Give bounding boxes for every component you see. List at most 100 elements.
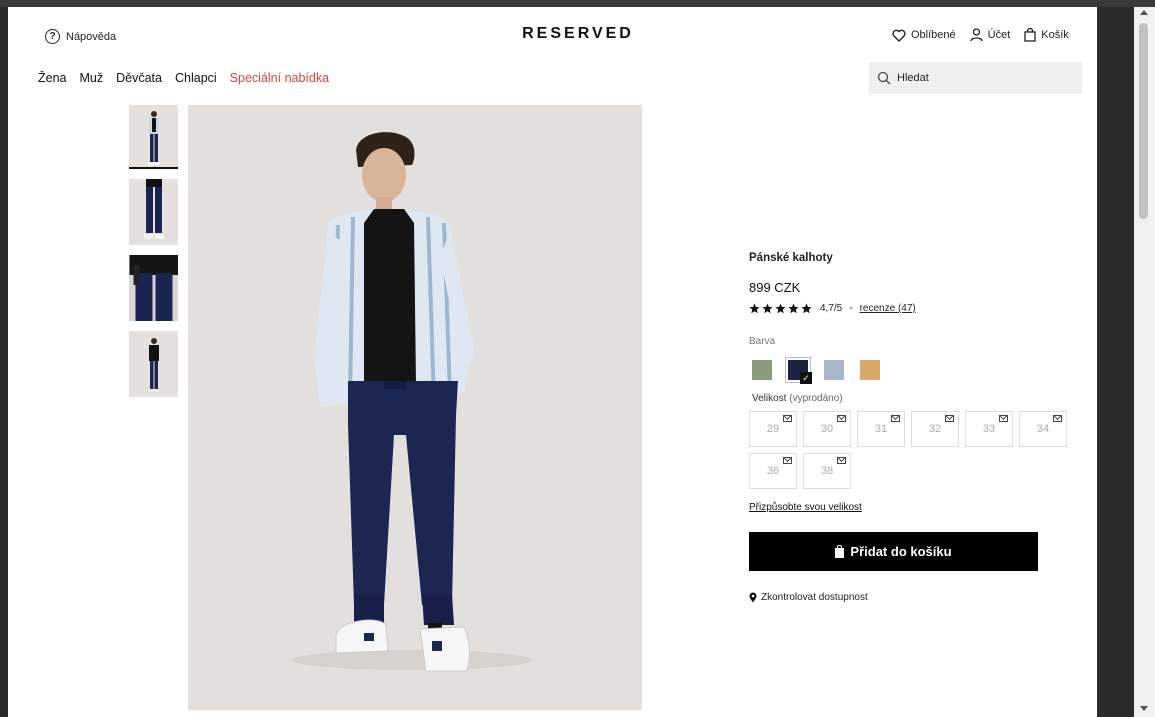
thumbnail-4[interactable] bbox=[129, 331, 178, 397]
size-option-label: 33 bbox=[982, 423, 996, 435]
color-swatches: ✓ bbox=[749, 357, 1079, 384]
help-label: Nápověda bbox=[66, 30, 117, 43]
product-page: ? Nápověda RESERVED Oblíbené Účet Košík … bbox=[8, 7, 1097, 717]
favorites-label: Oblíbené bbox=[911, 29, 956, 41]
nav-item-devcata[interactable]: Děvčata bbox=[116, 71, 162, 85]
product-info-panel: Pánské kalhoty 899 CZK 4,7/5 - recenze (… bbox=[749, 252, 1079, 603]
size-option-label: 30 bbox=[820, 423, 834, 435]
size-option-label: 32 bbox=[928, 423, 942, 435]
model-wearing-trousers-illustration bbox=[188, 105, 642, 710]
size-grid: 29 30 31 32 33 34 36 38 bbox=[749, 411, 1079, 489]
envelope-icon[interactable] bbox=[999, 415, 1008, 422]
size-option-label: 29 bbox=[766, 423, 780, 435]
size-label-text: Velikost bbox=[752, 393, 787, 404]
envelope-icon[interactable] bbox=[837, 457, 846, 464]
star-icon bbox=[775, 303, 786, 314]
color-swatch[interactable]: ✓ bbox=[785, 357, 812, 384]
thumbnail-3[interactable] bbox=[129, 255, 178, 321]
add-to-cart-button[interactable]: Přidat do košíku bbox=[749, 532, 1038, 571]
shopping-bag-icon bbox=[1024, 28, 1036, 42]
envelope-icon[interactable] bbox=[1053, 415, 1062, 422]
star-icon bbox=[749, 303, 760, 314]
browser-viewport: ? Nápověda RESERVED Oblíbené Účet Košík … bbox=[0, 0, 1155, 717]
search-icon bbox=[877, 71, 891, 85]
availability-label: Zkontrolovat dostupnost bbox=[761, 592, 868, 603]
star-icon bbox=[801, 303, 812, 314]
nav-item-special-offer[interactable]: Speciální nabídka bbox=[230, 71, 329, 85]
rating-value: 4,7/5 bbox=[820, 303, 843, 314]
reviews-link[interactable]: recenze (47) bbox=[860, 303, 916, 314]
scrollbar-thumb[interactable] bbox=[1139, 23, 1148, 219]
size-option-label: 38 bbox=[820, 465, 834, 477]
color-swatch-fill bbox=[860, 360, 880, 380]
shopping-bag-icon bbox=[835, 544, 845, 558]
size-option[interactable]: 29 bbox=[749, 411, 797, 447]
star-icon bbox=[762, 303, 773, 314]
color-swatch[interactable] bbox=[749, 357, 775, 383]
search-input[interactable] bbox=[897, 72, 1067, 84]
size-soldout-note: (vyprodáno) bbox=[789, 393, 843, 404]
window-side-gap bbox=[1097, 7, 1134, 717]
trousers-closeup-image bbox=[143, 179, 164, 239]
size-option-label: 36 bbox=[766, 465, 780, 477]
rating-separator: - bbox=[849, 303, 853, 314]
nav-item-muz[interactable]: Muž bbox=[80, 71, 104, 85]
thumbnail-1[interactable] bbox=[129, 105, 178, 169]
fit-size-link[interactable]: Přizpůsobte svou velikost bbox=[749, 502, 1079, 513]
location-pin-icon bbox=[749, 592, 757, 603]
search-box[interactable] bbox=[869, 62, 1082, 94]
model-full-figure-image bbox=[148, 111, 159, 165]
size-option[interactable]: 38 bbox=[803, 453, 851, 489]
product-title: Pánské kalhoty bbox=[749, 252, 833, 264]
size-option[interactable]: 33 bbox=[965, 411, 1013, 447]
nav-item-chlapci[interactable]: Chlapci bbox=[175, 71, 217, 85]
favorites-link[interactable]: Oblíbené bbox=[892, 29, 956, 42]
size-option[interactable]: 31 bbox=[857, 411, 905, 447]
star-icon bbox=[788, 303, 799, 314]
color-swatch[interactable] bbox=[821, 357, 847, 383]
size-option[interactable]: 32 bbox=[911, 411, 959, 447]
envelope-icon[interactable] bbox=[837, 415, 846, 422]
thumbnail-gallery bbox=[129, 105, 178, 407]
size-option[interactable]: 36 bbox=[749, 453, 797, 489]
add-to-cart-label: Přidat do košíku bbox=[850, 544, 952, 559]
envelope-icon[interactable] bbox=[891, 415, 900, 422]
thumbnail-2[interactable] bbox=[129, 179, 178, 245]
color-label: Barva bbox=[749, 336, 776, 347]
color-swatch-fill bbox=[824, 360, 844, 380]
account-label: Účet bbox=[987, 29, 1011, 41]
size-option[interactable]: 34 bbox=[1019, 411, 1067, 447]
product-rating: 4,7/5 - recenze (47) bbox=[749, 303, 1079, 314]
scroll-down-arrow-icon[interactable] bbox=[1140, 706, 1148, 711]
envelope-icon[interactable] bbox=[783, 457, 792, 464]
product-main-image[interactable] bbox=[188, 105, 642, 710]
site-logo[interactable]: RESERVED bbox=[508, 25, 648, 43]
size-option-label: 31 bbox=[874, 423, 888, 435]
help-link[interactable]: ? Nápověda bbox=[45, 29, 116, 44]
checkmark-icon: ✓ bbox=[800, 372, 812, 384]
window-top-strip bbox=[0, 0, 1155, 7]
rating-stars bbox=[749, 303, 812, 314]
size-label: Velikost (vyprodáno) bbox=[749, 393, 1079, 404]
model-back-view-image bbox=[148, 338, 159, 392]
page-scrollbar[interactable] bbox=[1134, 7, 1155, 717]
header-actions: Oblíbené Účet Košík bbox=[892, 28, 1069, 42]
color-swatch[interactable] bbox=[857, 357, 883, 383]
user-icon bbox=[970, 28, 983, 42]
scroll-up-arrow-icon[interactable] bbox=[1140, 10, 1148, 15]
color-swatch-fill bbox=[752, 360, 772, 380]
trousers-detail-image bbox=[129, 255, 178, 321]
envelope-icon[interactable] bbox=[945, 415, 954, 422]
cart-label: Košík bbox=[1041, 29, 1069, 41]
nav-item-zena[interactable]: Žena bbox=[38, 71, 67, 85]
help-icon: ? bbox=[45, 29, 60, 44]
account-link[interactable]: Účet bbox=[970, 28, 1011, 42]
envelope-icon[interactable] bbox=[783, 415, 792, 422]
size-option[interactable]: 30 bbox=[803, 411, 851, 447]
heart-icon bbox=[892, 29, 906, 42]
cart-link[interactable]: Košík bbox=[1024, 28, 1069, 42]
main-navigation: Žena Muž Děvčata Chlapci Speciální nabíd… bbox=[38, 71, 329, 85]
size-option-label: 34 bbox=[1036, 423, 1050, 435]
check-availability-link[interactable]: Zkontrolovat dostupnost bbox=[749, 592, 1079, 603]
product-price: 899 CZK bbox=[749, 280, 801, 295]
